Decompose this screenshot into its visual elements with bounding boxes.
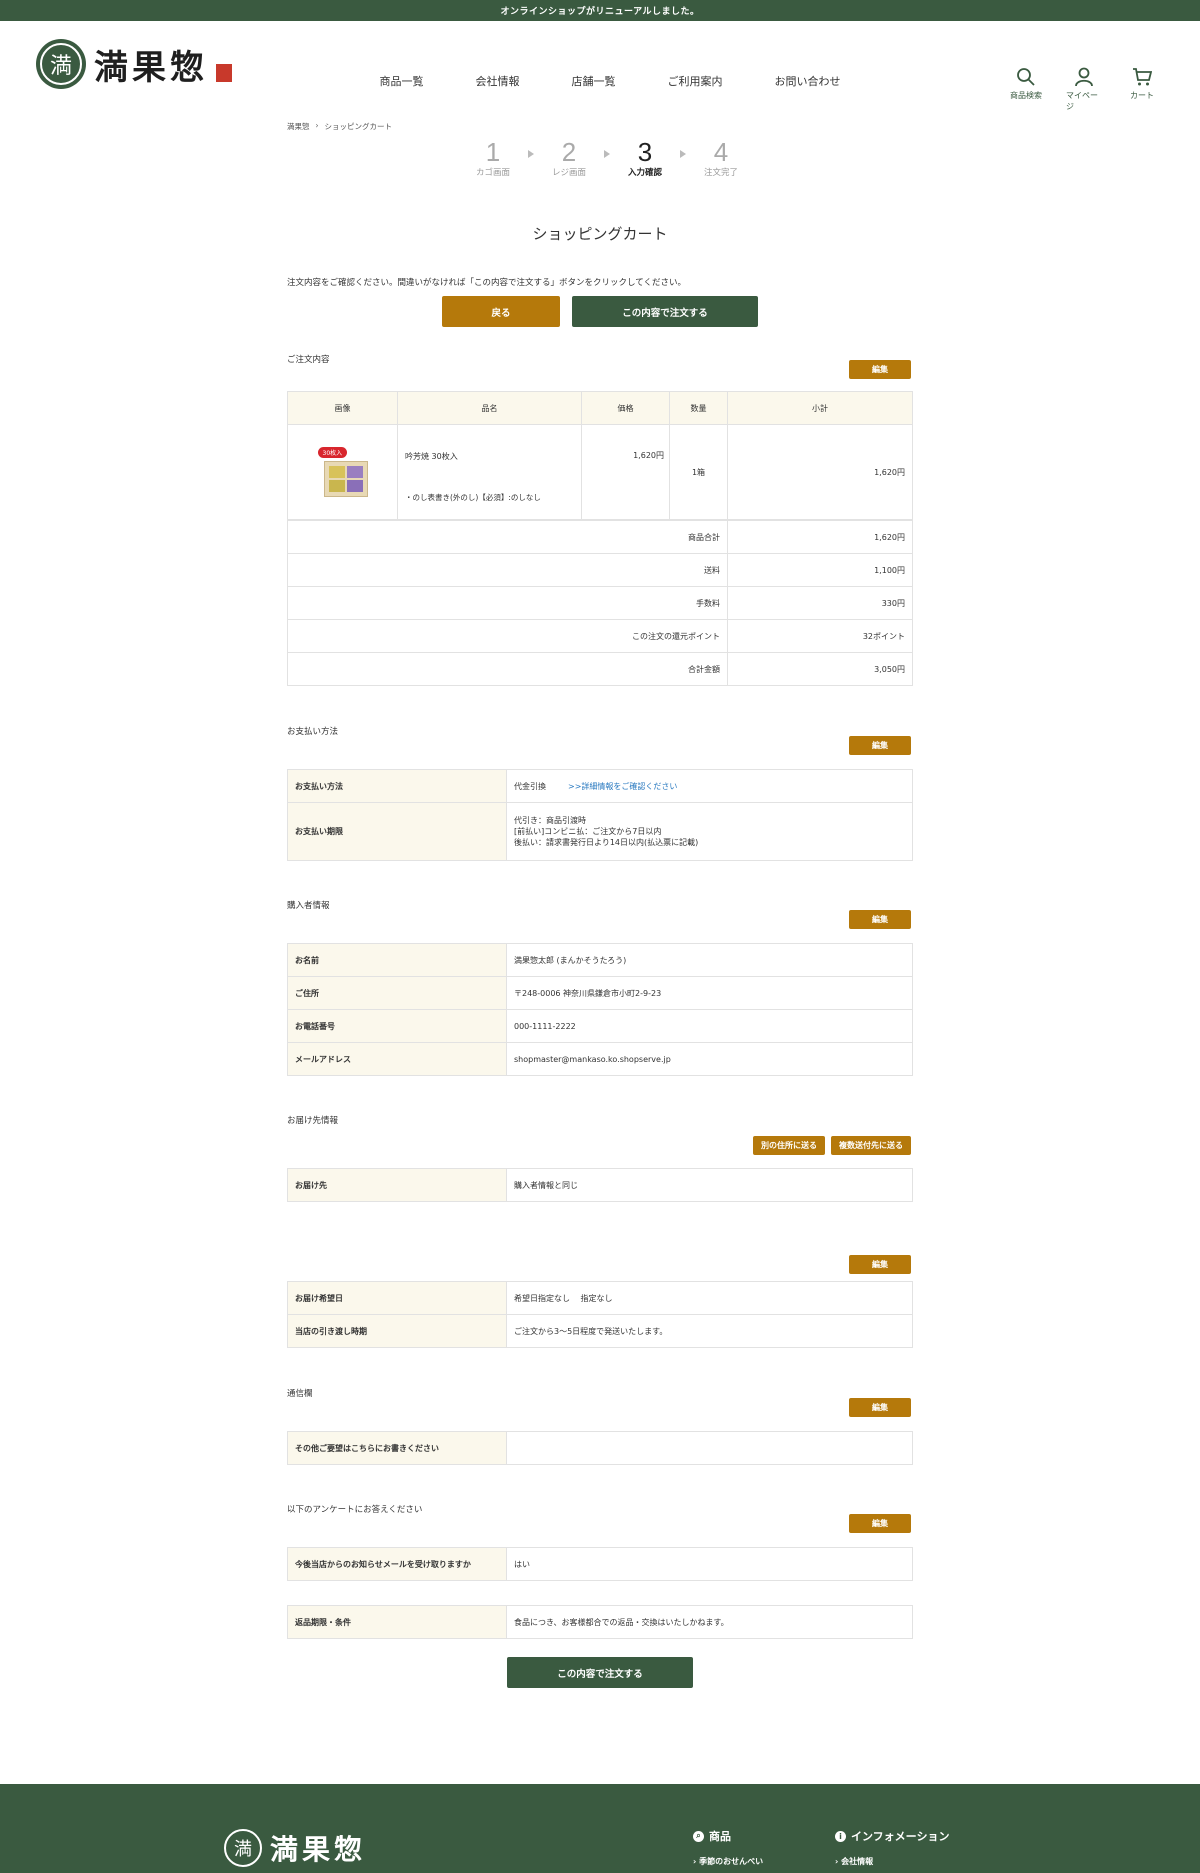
step-arrow-icon — [528, 150, 534, 158]
nav-company[interactable]: 会社情報 — [476, 73, 520, 89]
summary-row: この注文の還元ポイント 32ポイント — [287, 619, 913, 653]
order-section: ご注文内容 編集 画像 品名 価格 数量 小計 30枚入 吟芳焼 30枚入 ・の… — [287, 353, 913, 686]
footer-link-seasonal[interactable]: › 季節のおせんべい — [693, 1856, 763, 1867]
send-other-address-button[interactable]: 別の住所に送る — [753, 1136, 825, 1155]
returns-table: 返品期限・条件 食品につき、お客様都合での返品・交換はいたしかねます。 — [287, 1605, 913, 1639]
survey-edit-button[interactable]: 編集 — [849, 1514, 911, 1533]
step-4: 4 注文完了 — [703, 137, 738, 178]
site-footer: 満 満果惣 ⌕ 商品 › 季節のおせんべい i インフォメーション › 会社情報 — [0, 1784, 1200, 1873]
delivery-table: お届け先 購入者情報と同じ — [287, 1168, 913, 1202]
info-icon: i — [835, 1830, 846, 1842]
buyer-table: お名前 満果惣太郎 (まんかそうたろう) ご住所 〒248-0006 神奈川県鎌倉市… — [287, 943, 913, 1076]
survey-section: 以下のアンケートにお答えください 編集 今後当店からのお知らせメールを受け取りま… — [287, 1503, 913, 1581]
place-order-button[interactable]: この内容で注文する — [572, 296, 758, 327]
order-table-header: 画像 品名 価格 数量 小計 — [287, 391, 913, 425]
message-value — [506, 1431, 913, 1465]
order-summary-table: 商品合計 1,620円 送料 1,100円 手数料 330円 この注文の還元ポイント 3… — [287, 520, 913, 686]
header-icons: 商品検索 マイページ カート — [1008, 67, 1160, 112]
order-edit-button[interactable]: 編集 — [849, 360, 911, 379]
footer-link-company[interactable]: › 会社情報 — [835, 1856, 949, 1867]
mypage-button[interactable]: マイページ — [1066, 67, 1102, 112]
footer-col-products: ⌕ 商品 › 季節のおせんべい — [693, 1830, 764, 1867]
payment-edit-button[interactable]: 編集 — [849, 736, 911, 755]
breadcrumb: 満果惣 › ショッピングカート — [287, 121, 392, 132]
message-edit-button[interactable]: 編集 — [849, 1398, 911, 1417]
breadcrumb-current: ショッピングカート — [324, 122, 393, 131]
checkout-steps: 1 カゴ画面 2 レジ画面 3 入力確認 4 注文完了 — [470, 138, 744, 178]
step-3-current: 3 入力確認 — [627, 137, 662, 178]
payment-detail-link[interactable]: >>詳細情報をご確認ください — [568, 782, 677, 791]
product-subtotal: 1,620円 — [727, 424, 913, 520]
payment-method-value: 代金引換 — [514, 781, 546, 791]
main-content: 注文内容をご確認ください。間違いがなければ「この内容で注文する」ボタンをクリック… — [287, 276, 913, 1688]
message-section: 通信欄 編集 その他ご要望はこちらにお書きください — [287, 1387, 913, 1465]
site-header: 満 満果惣 商品一覧 会社情報 店舗一覧 ご利用案内 お問い合わせ 商品検索 マ… — [0, 21, 1200, 111]
footer-col-info: i インフォメーション › 会社情報 — [835, 1830, 950, 1867]
product-option: ・のし表書き(外のし)【必須】:のしなし — [405, 493, 541, 502]
step-1: 1 カゴ画面 — [475, 137, 510, 178]
product-badge: 30枚入 — [317, 447, 348, 458]
top-button-row: 戻る この内容で注文する — [287, 296, 913, 327]
send-multiple-address-button[interactable]: 複数送付先に送る — [831, 1136, 911, 1155]
order-item-row: 30枚入 吟芳焼 30枚入 ・のし表書き(外のし)【必須】:のしなし 1,620… — [287, 424, 913, 520]
product-image-cell: 30枚入 — [287, 424, 398, 520]
page-title: ショッピングカート — [532, 225, 668, 243]
summary-row-total: 合計金額 3,050円 — [287, 652, 913, 686]
footer-logo[interactable]: 満 満果惣 — [224, 1828, 366, 1868]
nav-guide[interactable]: ご利用案内 — [668, 73, 723, 89]
breadcrumb-home[interactable]: 満果惣 — [287, 121, 310, 132]
nav-contact[interactable]: お問い合わせ — [775, 73, 841, 89]
payment-table: お支払い方法 代金引換 >>詳細情報をご確認ください お支払い期限 代引き：商品引… — [287, 769, 913, 861]
user-icon — [1075, 67, 1093, 87]
confirm-note: 注文内容をご確認ください。間違いがなければ「この内容で注文する」ボタンをクリック… — [287, 278, 686, 288]
product-price: 1,620円 — [581, 424, 670, 520]
buyer-section: 購入者情報 編集 お名前 満果惣太郎 (まんかそうたろう) ご住所 〒248-000… — [287, 899, 913, 1076]
breadcrumb-separator: › — [315, 121, 319, 130]
nav-stores[interactable]: 店舗一覧 — [572, 73, 616, 89]
place-order-button-bottom[interactable]: この内容で注文する — [507, 1657, 693, 1688]
delivery-section: お届け先情報 別の住所に送る 複数送付先に送る お届け先 購入者情報と同じ — [287, 1114, 913, 1202]
summary-row: 手数料 330円 — [287, 586, 913, 620]
cart-icon — [1133, 68, 1152, 86]
cart-button[interactable]: カート — [1124, 67, 1160, 112]
payment-section: お支払い方法 編集 お支払い方法 代金引換 >>詳細情報をご確認ください お支払い… — [287, 725, 913, 861]
summary-row: 商品合計 1,620円 — [287, 520, 913, 554]
order-table: 画像 品名 価格 数量 小計 30枚入 吟芳焼 30枚入 ・のし表書き(外のし)… — [287, 391, 913, 520]
buyer-edit-button[interactable]: 編集 — [849, 910, 911, 929]
schedule-edit-button[interactable]: 編集 — [849, 1255, 911, 1274]
step-arrow-icon — [680, 150, 686, 158]
schedule-section: 編集 お届け希望日 希望日指定なし 指定なし 当店の引き渡し時期 ご注文から3～5日… — [287, 1255, 913, 1348]
search-icon — [1017, 68, 1035, 86]
summary-row: 送料 1,100円 — [287, 553, 913, 587]
schedule-table: お届け希望日 希望日指定なし 指定なし 当店の引き渡し時期 ご注文から3～5日程度で… — [287, 1281, 913, 1348]
back-button[interactable]: 戻る — [442, 296, 560, 327]
product-image[interactable]: 30枚入 — [317, 447, 368, 497]
product-qty: 1箱 — [669, 424, 728, 520]
nav-products[interactable]: 商品一覧 — [380, 73, 424, 89]
search-button[interactable]: 商品検索 — [1008, 67, 1044, 112]
product-name[interactable]: 吟芳焼 30枚入 — [405, 451, 574, 462]
survey-table: 今後当店からのお知らせメールを受け取りますか はい — [287, 1547, 913, 1581]
order-section-title: ご注文内容 — [287, 355, 330, 365]
search-icon: ⌕ — [693, 1830, 704, 1842]
step-2: 2 レジ画面 — [551, 137, 586, 178]
step-arrow-icon — [604, 150, 610, 158]
announcement-bar: オンラインショップがリニューアルしました。 — [0, 0, 1200, 21]
message-table: その他ご要望はこちらにお書きください — [287, 1431, 913, 1465]
